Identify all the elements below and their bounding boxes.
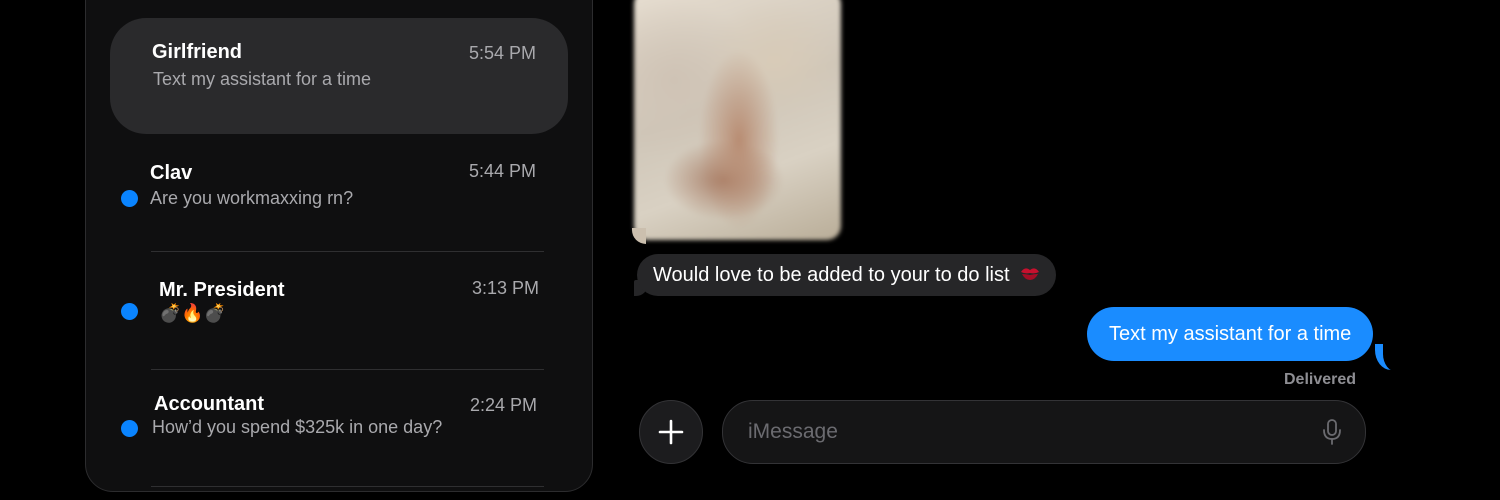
conversation-time: 2:24 PM — [470, 395, 538, 415]
conversation-name: Clav — [150, 162, 193, 184]
unread-indicator — [121, 420, 138, 437]
add-attachment-button[interactable] — [639, 400, 703, 464]
kiss-mark-icon — [1020, 265, 1040, 286]
microphone-icon[interactable] — [1321, 418, 1343, 451]
message-input[interactable]: iMessage — [722, 400, 1366, 464]
delivery-status: Delivered — [1284, 371, 1357, 388]
conversation-list: Girlfriend 5:54 PM Text my assistant for… — [85, 0, 593, 492]
unread-indicator — [121, 303, 138, 320]
conversation-time: 5:44 PM — [469, 161, 537, 181]
divider — [151, 369, 544, 370]
conversation-time: 3:13 PM — [472, 278, 540, 298]
bubble-tail — [632, 228, 646, 244]
conversation-name: Accountant — [154, 393, 264, 415]
divider — [151, 251, 544, 252]
conversation-preview: Text my assistant for a time — [153, 69, 372, 89]
conversation-item-clav[interactable]: Clav 5:44 PM Are you workmaxxing rn? — [86, 151, 592, 241]
sent-message-bubble[interactable]: Text my assistant for a time — [1087, 307, 1374, 361]
message-text: Text my assistant for a time — [1109, 322, 1352, 345]
conversation-preview: How’d you spend $325k in one day? — [152, 417, 443, 437]
received-message-bubble[interactable]: Would love to be added to your to do lis… — [637, 254, 1056, 296]
conversation-item-girlfriend[interactable]: Girlfriend 5:54 PM Text my assistant for… — [110, 18, 568, 134]
conversation-time: 5:54 PM — [469, 43, 537, 63]
conversation-item-accountant[interactable]: Accountant 2:24 PM How’d you spend $325k… — [86, 383, 592, 473]
unread-indicator — [121, 190, 138, 207]
conversation-preview: 💣🔥💣 — [159, 303, 227, 323]
message-input-placeholder: iMessage — [748, 420, 838, 443]
message-text: Would love to be added to your to do lis… — [653, 263, 1010, 286]
divider — [151, 486, 544, 487]
conversation-name: Mr. President — [159, 279, 285, 301]
conversation-item-mr-president[interactable]: Mr. President 3:13 PM 💣🔥💣 — [86, 268, 592, 358]
photo-attachment[interactable] — [634, 0, 841, 240]
plus-icon — [658, 419, 684, 445]
conversation-name: Girlfriend — [152, 41, 243, 63]
conversation-preview: Are you workmaxxing rn? — [150, 188, 354, 208]
